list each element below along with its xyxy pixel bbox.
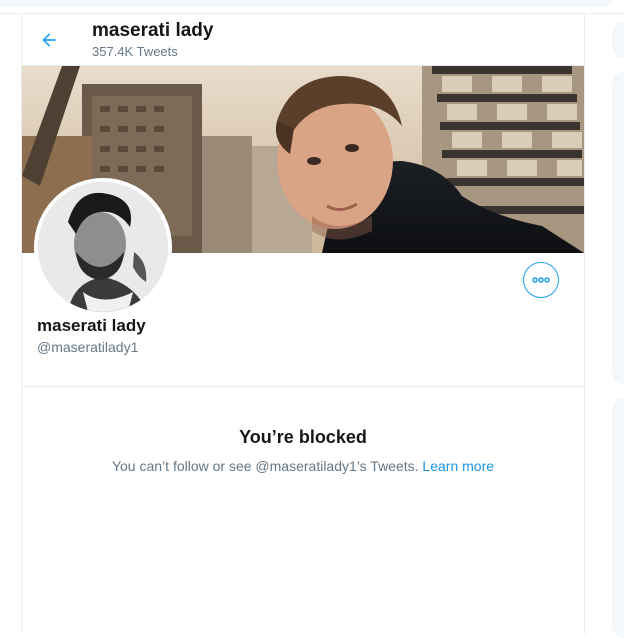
profile-handle: @maseratilady1 xyxy=(37,339,139,355)
tweet-count: 357.4K Tweets xyxy=(92,44,178,59)
search-bar-edge[interactable] xyxy=(612,22,624,58)
profile-header: maserati lady 357.4K Tweets xyxy=(22,14,584,66)
more-horizontal-icon xyxy=(532,277,550,283)
sidebar-panel-edge xyxy=(612,72,624,384)
more-options-button[interactable] xyxy=(523,262,559,298)
blocked-title: You’re blocked xyxy=(239,427,367,447)
learn-more-link[interactable]: Learn more xyxy=(422,458,494,474)
arrow-left-icon xyxy=(42,33,56,47)
profile-column: maserati lady 357.4K Tweets maserati lad… xyxy=(21,14,585,634)
header-title: maserati lady xyxy=(92,20,214,41)
blocked-message-text: You can’t follow or see @maseratilady1’s… xyxy=(111,458,419,474)
browser-top-strip xyxy=(0,0,624,14)
profile-display-name: maserati lady xyxy=(37,316,146,335)
section-divider xyxy=(22,386,584,387)
back-button[interactable] xyxy=(32,23,66,57)
sidebar-panel-edge-2 xyxy=(612,398,624,638)
profile-avatar[interactable] xyxy=(34,178,172,316)
avatar-photo xyxy=(38,182,168,312)
blocked-message: You can’t follow or see @maseratilady1’s… xyxy=(22,458,584,474)
top-bar xyxy=(0,0,612,7)
